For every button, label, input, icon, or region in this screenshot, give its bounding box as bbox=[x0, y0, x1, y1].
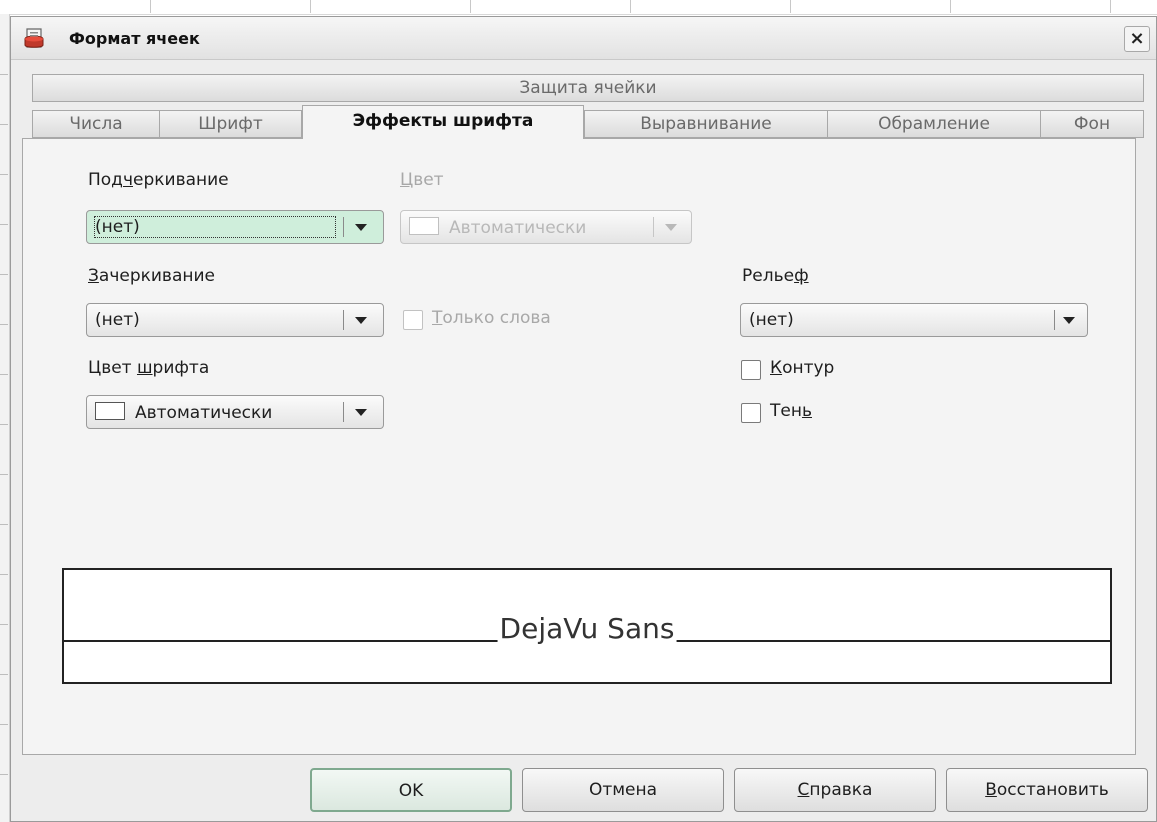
relief-value: (нет) bbox=[749, 310, 794, 330]
color-value: Автоматически bbox=[449, 218, 587, 238]
shadow-checkbox[interactable] bbox=[741, 403, 761, 423]
tab-cell-protection[interactable]: Защита ячейки bbox=[32, 74, 1144, 102]
reset-button[interactable]: Восстановить bbox=[946, 768, 1148, 812]
tab-label: Фон bbox=[1073, 114, 1111, 134]
ok-button[interactable]: OK bbox=[310, 768, 512, 812]
tab-numbers[interactable]: Числа bbox=[32, 110, 160, 138]
chevron-down-icon bbox=[355, 317, 367, 324]
tab-font-effects[interactable]: Эффекты шрифта bbox=[302, 105, 584, 139]
tab-label: Эффекты шрифта bbox=[352, 111, 534, 131]
tab-label: Обрамление bbox=[878, 114, 990, 134]
tab-label: Числа bbox=[69, 114, 123, 134]
chevron-down-icon bbox=[665, 224, 677, 231]
tab-alignment[interactable]: Выравнивание bbox=[584, 110, 828, 138]
font-color-swatch bbox=[95, 402, 125, 420]
chevron-down-icon bbox=[355, 409, 367, 416]
strikethrough-label: Зачеркивание bbox=[88, 266, 215, 286]
tab-font[interactable]: Шрифт bbox=[159, 110, 302, 138]
close-icon: × bbox=[1129, 28, 1145, 49]
spreadsheet-app-icon bbox=[24, 28, 44, 48]
strikethrough-value: (нет) bbox=[95, 310, 140, 330]
close-button[interactable]: × bbox=[1124, 26, 1150, 52]
dialog-title: Формат ячеек bbox=[69, 29, 200, 48]
underline-select[interactable]: (нет) bbox=[86, 210, 384, 244]
row-ruler bbox=[0, 14, 10, 822]
outline-checkbox[interactable] bbox=[741, 360, 761, 380]
tab-label: Выравнивание bbox=[640, 114, 772, 134]
font-preview: DejaVu Sans bbox=[62, 568, 1112, 684]
shadow-label: Тень bbox=[770, 401, 812, 421]
cancel-button[interactable]: Отмена bbox=[522, 768, 724, 812]
color-label: Цвет bbox=[400, 170, 444, 190]
help-button[interactable]: Справка bbox=[734, 768, 936, 812]
cancel-label: Отмена bbox=[588, 780, 658, 800]
tab-label: Шрифт bbox=[198, 114, 263, 134]
relief-select[interactable]: (нет) bbox=[740, 303, 1088, 337]
underline-value: (нет) bbox=[94, 216, 336, 238]
font-color-select[interactable]: Автоматически bbox=[86, 395, 384, 429]
outline-label: Контур bbox=[770, 358, 835, 378]
strikethrough-select[interactable]: (нет) bbox=[86, 303, 384, 337]
ok-label: OK bbox=[398, 781, 424, 801]
relief-label: Рельеф bbox=[742, 266, 809, 286]
chevron-down-icon bbox=[355, 224, 367, 231]
font-color-value: Автоматически bbox=[135, 403, 273, 423]
tab-borders[interactable]: Обрамление bbox=[827, 110, 1041, 138]
font-color-label: Цвет шрифта bbox=[88, 358, 210, 378]
underline-label: Подчеркивание bbox=[88, 170, 229, 190]
color-select[interactable]: Автоматически bbox=[400, 210, 692, 244]
tab-background[interactable]: Фон bbox=[1040, 110, 1144, 138]
tab-label: Защита ячейки bbox=[519, 78, 657, 98]
reset-label: Восстановить bbox=[985, 780, 1109, 800]
help-label: Справка bbox=[797, 780, 873, 800]
words-only-checkbox[interactable] bbox=[403, 310, 423, 330]
column-ruler bbox=[0, 0, 1157, 15]
color-swatch bbox=[409, 217, 439, 235]
chevron-down-icon bbox=[1063, 317, 1075, 324]
title-bar[interactable]: Формат ячеек × bbox=[11, 17, 1156, 60]
preview-text: DejaVu Sans bbox=[497, 612, 677, 645]
words-only-label: Только слова bbox=[432, 308, 551, 328]
